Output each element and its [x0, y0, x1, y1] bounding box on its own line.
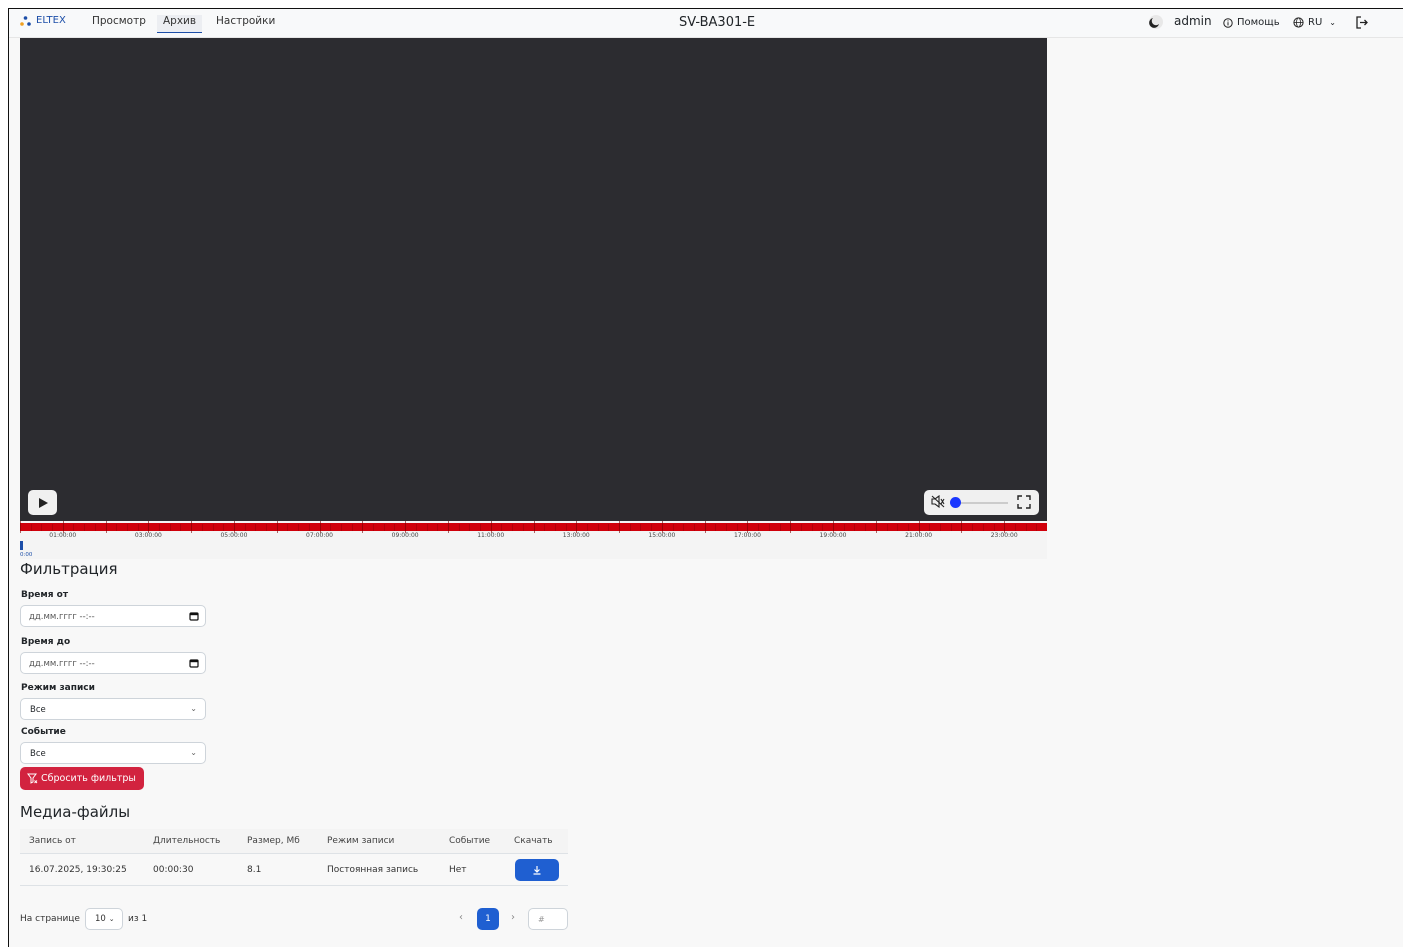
- timeline-start-label: 0:00: [20, 552, 33, 558]
- user-name: admin: [1174, 14, 1212, 28]
- moon-icon: [1149, 15, 1163, 29]
- column-header: Скачать: [514, 836, 553, 846]
- help-label: Помощь: [1237, 17, 1280, 28]
- page-jump-input[interactable]: #: [528, 908, 568, 930]
- time-from-placeholder: дд.мм.гггг --:--: [29, 612, 95, 622]
- logout-icon: [1356, 16, 1368, 29]
- per-page-select[interactable]: 10 ⌄: [84, 908, 123, 930]
- logout-button[interactable]: [1355, 16, 1369, 29]
- record-mode-cell: Постоянная запись: [327, 864, 419, 875]
- timeline-hour-label: 23:00:00: [990, 532, 1018, 539]
- nav-link-view[interactable]: Просмотр: [92, 15, 146, 27]
- eltex-logo-icon: [20, 15, 31, 26]
- brand-label: ELTEX: [36, 15, 66, 26]
- timeline-hour-label: 17:00:00: [733, 532, 761, 539]
- play-button[interactable]: [28, 490, 57, 515]
- per-page-value: 10: [94, 914, 106, 924]
- chevron-down-icon: ⌄: [1329, 18, 1336, 27]
- brand-logo[interactable]: ELTEX: [20, 15, 66, 26]
- page-button[interactable]: 1: [477, 908, 499, 930]
- calendar-icon[interactable]: [189, 658, 199, 668]
- time-to-input[interactable]: дд.мм.гггг --:--: [20, 652, 206, 674]
- timeline-hour-label: 09:00:00: [391, 532, 419, 539]
- filter-reset-icon: [27, 773, 38, 784]
- event-label: Событие: [21, 727, 66, 737]
- media-title: Медиа-файлы: [20, 803, 131, 821]
- help-link[interactable]: Помощь: [1223, 17, 1280, 28]
- column-header: Режим записи: [327, 836, 395, 846]
- timeline-hour-label: 15:00:00: [648, 532, 676, 539]
- prev-page-button[interactable]: ‹: [459, 912, 463, 923]
- time-from-label: Время от: [21, 590, 69, 600]
- archive-timeline[interactable]: 01:00:00 03:00:00 05:00:00 07:00:00 09:00:00…: [20, 521, 1047, 559]
- event-cell: Нет: [449, 864, 467, 875]
- download-button[interactable]: [515, 859, 559, 881]
- timeline-cursor[interactable]: [20, 541, 23, 550]
- next-page-button[interactable]: ›: [511, 912, 515, 923]
- nav-link-archive[interactable]: Архив: [157, 15, 203, 33]
- table-header: Запись от Длительность Размер, Мб Режим …: [20, 829, 568, 854]
- app-frame: ELTEX Просмотр Архив Настройки SV-BA301-…: [8, 8, 1403, 947]
- timeline-hour-label: 19:00:00: [819, 532, 847, 539]
- calendar-icon[interactable]: [189, 611, 199, 621]
- time-from-input[interactable]: дд.мм.гггг --:--: [20, 605, 206, 627]
- reset-filters-button[interactable]: Сбросить фильтры: [20, 767, 144, 790]
- time-to-label: Время до: [21, 637, 71, 647]
- event-select[interactable]: Все ⌄: [20, 742, 206, 764]
- page-jump-placeholder: #: [538, 915, 545, 924]
- globe-icon: [1293, 17, 1304, 28]
- duration-cell: 00:00:30: [153, 864, 194, 875]
- record-date-cell: 16.07.2025, 19:30:25: [29, 864, 127, 875]
- page-count-label: из 1: [127, 914, 148, 924]
- timeline-hour-label: 13:00:00: [562, 532, 590, 539]
- language-select[interactable]: RU ⌄: [1293, 17, 1336, 28]
- device-title: SV-BA301-E: [679, 15, 756, 30]
- chevron-down-icon: ⌄: [108, 915, 115, 923]
- info-icon: [1223, 17, 1233, 28]
- language-label: RU: [1308, 17, 1323, 28]
- nav-link-settings[interactable]: Настройки: [216, 15, 275, 27]
- fullscreen-icon[interactable]: [1017, 495, 1031, 509]
- record-mode-value: Все: [30, 705, 46, 715]
- video-player[interactable]: [20, 38, 1047, 521]
- timeline-hour-label: 03:00:00: [134, 532, 162, 539]
- event-value: Все: [30, 749, 46, 759]
- volume-slider[interactable]: [950, 496, 1010, 509]
- download-icon: [533, 866, 541, 875]
- timeline-hour-label: 07:00:00: [306, 532, 334, 539]
- timeline-ticks: [20, 521, 1037, 533]
- size-cell: 8.1: [247, 864, 262, 875]
- column-header: Событие: [449, 836, 491, 846]
- top-navbar: ELTEX Просмотр Архив Настройки SV-BA301-…: [9, 9, 1403, 38]
- record-mode-label: Режим записи: [21, 683, 95, 693]
- record-mode-select[interactable]: Все ⌄: [20, 698, 206, 720]
- column-header: Длительность: [153, 836, 221, 846]
- volume-knob[interactable]: [950, 497, 961, 508]
- timeline-hour-label: 05:00:00: [220, 532, 248, 539]
- timeline-hour-label: 11:00:00: [477, 532, 505, 539]
- timeline-hour-label: 01:00:00: [49, 532, 77, 539]
- table-row: 16.07.2025, 19:30:25 00:00:30 8.1 Постоя…: [20, 854, 568, 886]
- user-menu[interactable]: admin: [1174, 14, 1212, 28]
- media-table: Запись от Длительность Размер, Мб Режим …: [20, 829, 568, 886]
- per-page-control: На странице 10 ⌄ из 1: [20, 908, 147, 930]
- column-header: Запись от: [29, 836, 76, 846]
- chevron-down-icon: ⌄: [190, 748, 197, 757]
- chevron-down-icon: ⌄: [190, 704, 197, 713]
- per-page-label: На странице: [20, 914, 80, 924]
- timeline-hour-label: 21:00:00: [905, 532, 933, 539]
- filters-title: Фильтрация: [20, 560, 118, 578]
- volume-controls: [924, 490, 1039, 515]
- play-icon: [38, 497, 48, 508]
- mute-icon[interactable]: [931, 495, 945, 508]
- theme-toggle[interactable]: [1148, 14, 1164, 30]
- reset-filters-label: Сбросить фильтры: [41, 773, 136, 784]
- column-header: Размер, Мб: [247, 836, 300, 846]
- time-to-placeholder: дд.мм.гггг --:--: [29, 659, 95, 669]
